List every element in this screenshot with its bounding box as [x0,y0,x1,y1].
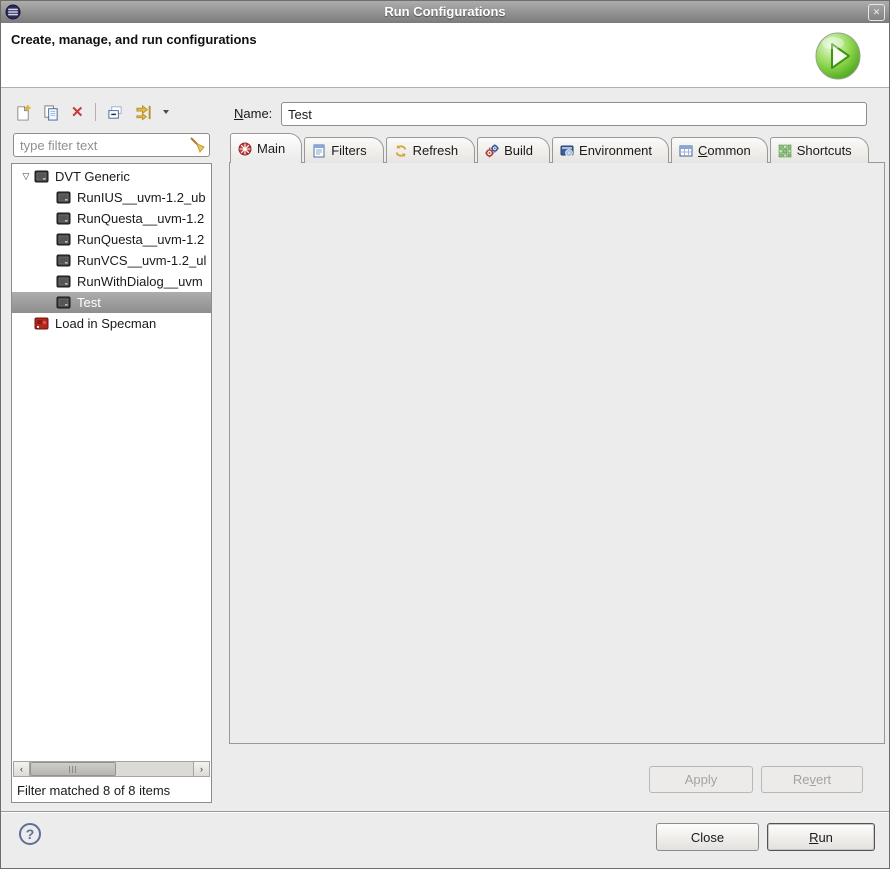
tree-item-label: RunIUS__uvm-1.2_ub [77,190,206,205]
console-icon [56,211,71,226]
main-tab-content [229,162,885,744]
refresh-tab-icon [394,144,408,158]
tab-label: Shortcuts [797,143,852,158]
footer-separator [1,811,889,813]
filter-box [13,133,210,157]
console-icon [56,253,71,268]
tab-shortcuts[interactable]: Shortcuts [770,137,869,163]
tab-environment[interactable]: Environment [552,137,669,163]
configurations-tree: ▽ DVT Generic RunIUS__uvm-1.2_ub [12,166,211,334]
shortcuts-tab-icon [778,144,792,158]
tab-label: Refresh [413,143,459,158]
run-banner-icon [813,30,863,80]
tree-horizontal-scrollbar[interactable]: ‹ › [13,761,210,777]
environment-tab-icon [560,144,574,158]
tab-label: Main [257,141,285,156]
scrollbar-thumb[interactable] [30,762,116,776]
filter-input[interactable] [13,133,210,157]
tab-refresh[interactable]: Refresh [386,137,476,163]
tab-build[interactable]: Build [477,137,550,163]
help-button[interactable]: ? [19,823,41,845]
scroll-right-arrow[interactable]: › [193,762,209,776]
console-icon [34,169,49,184]
run-button[interactable]: Run [767,823,875,851]
filter-status: Filter matched 8 of 8 items [17,783,170,798]
console-icon [56,295,71,310]
dialog-header-title: Create, manage, and run configurations [11,32,257,47]
revert-button: Revert [761,766,863,793]
tab-label: Environment [579,143,652,158]
specman-icon [34,316,49,331]
tab-common[interactable]: Common [671,137,768,163]
close-button[interactable]: Close [656,823,759,851]
tree-item-load-in-specman[interactable]: Load in Specman [12,313,211,334]
tab-filters[interactable]: Filters [304,137,383,163]
tree-item-runwithdialog[interactable]: RunWithDialog__uvm [12,271,211,292]
delete-configuration-icon[interactable]: ✕ [71,105,84,120]
new-configuration-icon[interactable] [15,104,32,121]
window-title: Run Configurations [1,4,889,19]
tab-main[interactable]: Main [230,133,302,163]
build-tab-icon [485,144,499,158]
tree-item-label: DVT Generic [55,169,130,184]
tree-item-label: RunWithDialog__uvm [77,274,203,289]
tree-item-runvcs[interactable]: RunVCS__uvm-1.2_ul [12,250,211,271]
dialog-header: Create, manage, and run configurations [1,23,889,88]
apply-button: Apply [649,766,753,793]
filter-configurations-icon[interactable] [135,104,152,121]
configurations-tree-panel: ▽ DVT Generic RunIUS__uvm-1.2_ub [11,163,212,803]
configurations-toolbar: ✕ [15,101,169,123]
view-menu-chevron-icon[interactable] [163,110,169,114]
tree-item-runquesta-2[interactable]: RunQuesta__uvm-1.2 [12,229,211,250]
tab-bar: Main Filters Refresh [230,134,871,163]
clear-filter-broom-icon[interactable] [188,136,206,154]
tree-item-runquesta-1[interactable]: RunQuesta__uvm-1.2 [12,208,211,229]
tab-label: Build [504,143,533,158]
tree-item-label: Test [77,295,101,310]
collapse-all-icon[interactable] [107,104,124,121]
toolbar-separator [95,103,96,121]
tree-item-test[interactable]: Test [12,292,211,313]
expander-arrow-icon[interactable]: ▽ [18,171,34,182]
main-tab-icon [238,142,252,156]
scroll-left-arrow[interactable]: ‹ [14,762,30,776]
tree-item-label: RunVCS__uvm-1.2_ul [77,253,206,268]
console-icon [56,232,71,247]
tree-item-runius[interactable]: RunIUS__uvm-1.2_ub [12,187,211,208]
name-input[interactable] [281,102,867,126]
console-icon [56,274,71,289]
console-icon [56,190,71,205]
title-bar[interactable]: Run Configurations ✕ [1,1,889,24]
tree-item-dvt-generic[interactable]: ▽ DVT Generic [12,166,211,187]
tree-item-label: RunQuesta__uvm-1.2 [77,232,204,247]
filters-tab-icon [312,144,326,158]
tree-item-label: Load in Specman [55,316,156,331]
name-label: Name: [234,106,272,121]
tree-item-label: RunQuesta__uvm-1.2 [77,211,204,226]
window-close-button[interactable]: ✕ [868,4,885,21]
common-tab-icon [679,144,693,158]
tab-label: Common [698,143,751,158]
tab-label: Filters [331,143,366,158]
run-configurations-dialog: Run Configurations ✕ Create, manage, and… [0,0,890,869]
duplicate-configuration-icon[interactable] [43,104,60,121]
